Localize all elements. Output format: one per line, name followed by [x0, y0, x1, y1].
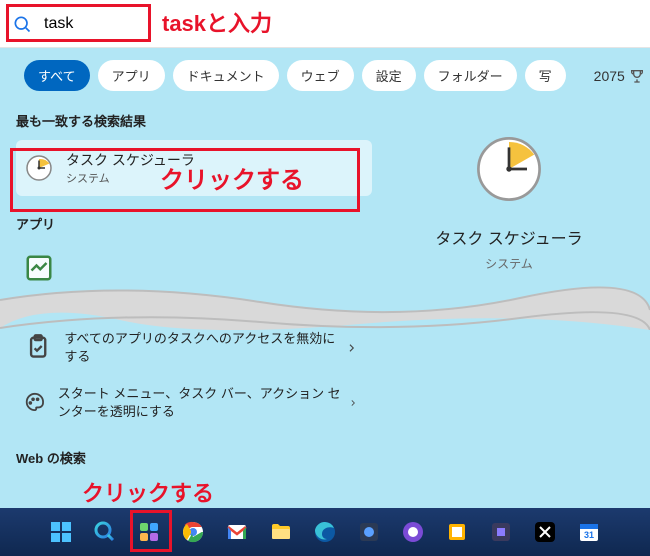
tab-documents[interactable]: ドキュメント [173, 60, 279, 91]
start-button[interactable] [44, 515, 78, 549]
best-match-subtitle: システム [66, 170, 195, 186]
preview-title: タスク スケジューラ [384, 225, 634, 249]
filter-tabs: すべて アプリ ドキュメント ウェブ 設定 フォルダー 写 2075 [0, 48, 650, 103]
results-area: 最も一致する検索結果 タスク スケジューラ システム アプリ タスク スケジュー… [0, 103, 650, 293]
rewards-points[interactable]: 2075 [594, 68, 645, 84]
lower-results: すべてのアプリのタスクへのアクセスを無効にする スタート メニュー、タスク バー… [16, 320, 366, 467]
search-bar: taskと入力 [0, 0, 650, 48]
annotation-label-search: taskと入力 [162, 6, 272, 38]
tab-folders[interactable]: フォルダー [424, 60, 517, 91]
chrome-icon[interactable] [176, 515, 210, 549]
edge-icon[interactable] [308, 515, 342, 549]
preview-pane: タスク スケジューラ システム [384, 103, 634, 293]
tab-web[interactable]: ウェブ [287, 60, 354, 91]
search-input[interactable] [44, 15, 638, 33]
x-icon[interactable] [528, 515, 562, 549]
heading-web: Web の検索 [16, 448, 366, 467]
app-icon-2[interactable] [352, 515, 386, 549]
heading-apps: アプリ [16, 214, 372, 233]
app-icon-1[interactable] [132, 515, 166, 549]
heading-best-match: 最も一致する検索結果 [16, 111, 372, 130]
explorer-icon[interactable] [264, 515, 298, 549]
paint-icon [24, 388, 46, 418]
preview-icon [473, 133, 545, 205]
task-scheduler-icon [24, 153, 54, 183]
annotation-label-taskbar: クリックする [82, 476, 214, 508]
task-manager-icon [24, 253, 54, 283]
best-match-title: タスク スケジューラ [66, 150, 195, 170]
app-icon-5[interactable] [484, 515, 518, 549]
tab-all[interactable]: すべて [24, 60, 90, 91]
app-icon-3[interactable] [396, 515, 430, 549]
search-button[interactable] [88, 515, 122, 549]
trophy-icon [629, 68, 645, 84]
calendar-icon[interactable]: 31 [572, 515, 606, 549]
setting-text-0: すべてのアプリのタスクへのアクセスを無効にする [64, 330, 344, 365]
tab-settings[interactable]: 設定 [362, 60, 416, 91]
setting-item-1[interactable]: スタート メニュー、タスク バー、アクション センターを透明にする [16, 375, 366, 430]
chevron-right-icon [348, 396, 358, 410]
taskbar: 31 [0, 508, 650, 556]
setting-item-0[interactable]: すべてのアプリのタスクへのアクセスを無効にする [16, 320, 366, 375]
best-match-item[interactable]: タスク スケジューラ システム [16, 140, 372, 196]
tab-photos-truncated[interactable]: 写 [525, 60, 566, 91]
gmail-icon[interactable] [220, 515, 254, 549]
chevron-right-icon [345, 341, 358, 355]
search-icon [12, 14, 32, 34]
points-value: 2075 [594, 68, 625, 84]
tab-apps[interactable]: アプリ [98, 60, 165, 91]
app-result-truncated[interactable] [16, 243, 372, 293]
preview-subtitle: システム [384, 255, 634, 272]
clipboard-icon [24, 333, 52, 363]
svg-text:31: 31 [584, 530, 594, 540]
setting-text-1: スタート メニュー、タスク バー、アクション センターを透明にする [58, 385, 348, 420]
app-icon-4[interactable] [440, 515, 474, 549]
